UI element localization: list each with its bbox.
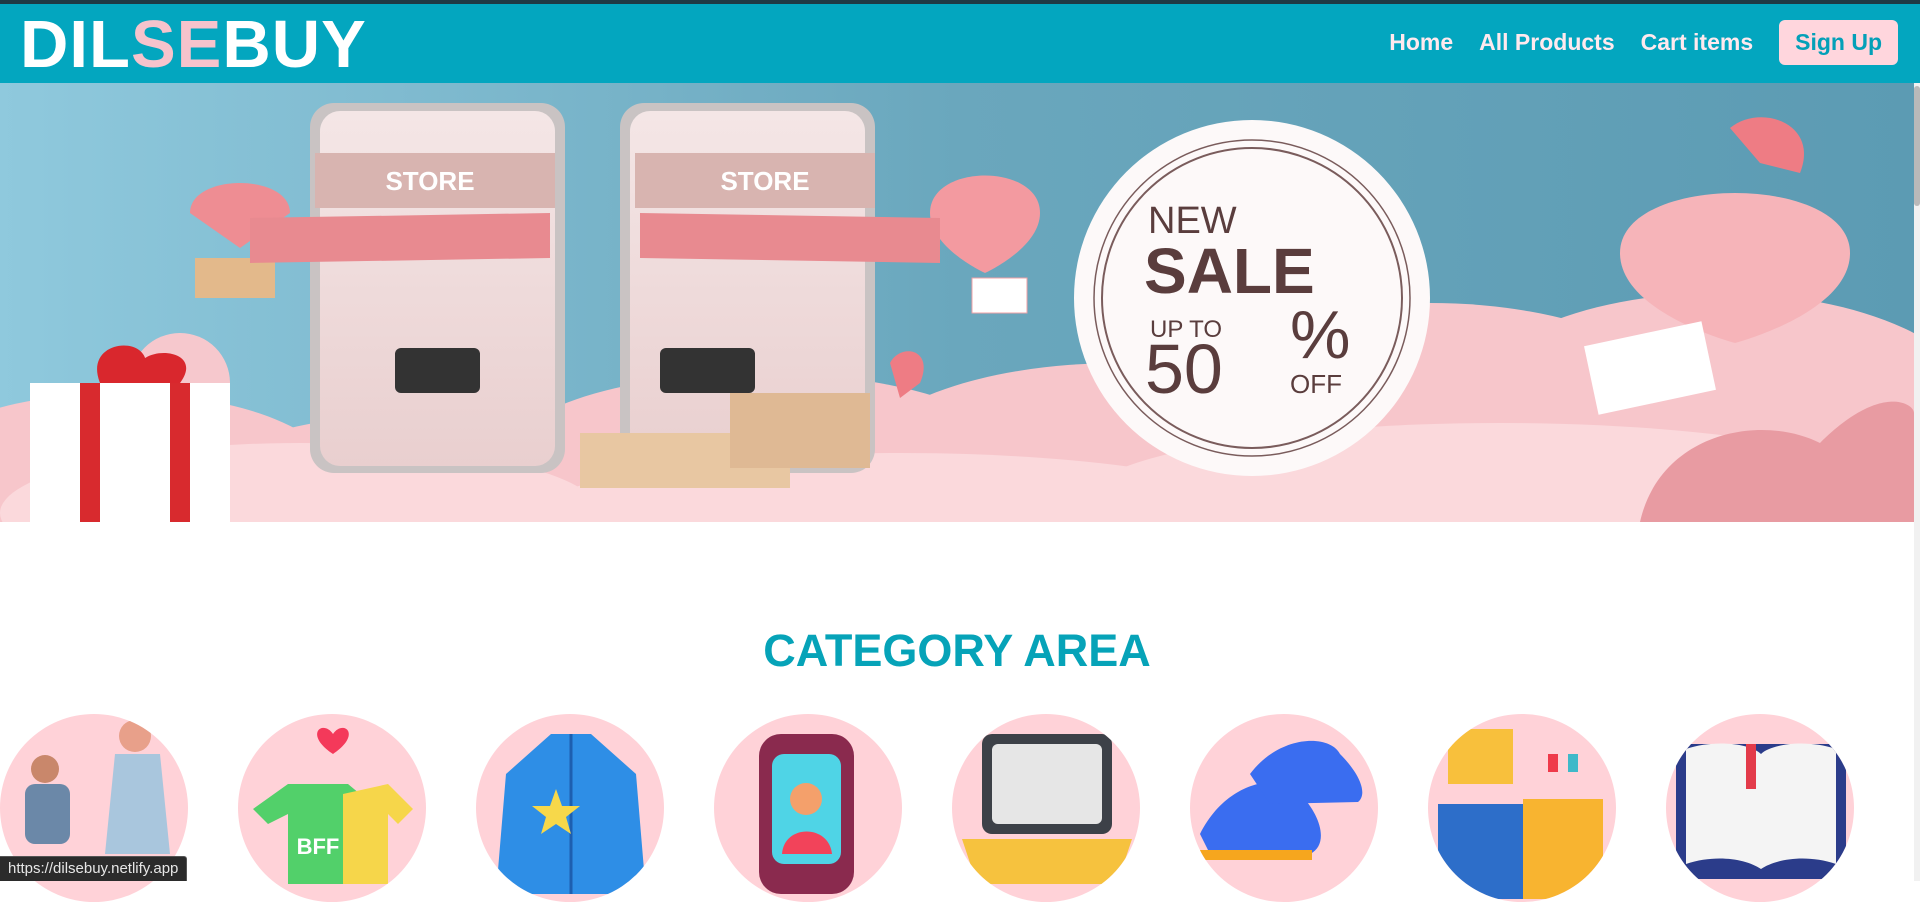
store-label-right: STORE <box>720 166 809 196</box>
laptop-icon <box>962 734 1132 884</box>
category-jackets[interactable] <box>476 714 664 902</box>
category-area-title: CATEGORY AREA <box>763 625 1151 676</box>
brand-logo-part3: BUY <box>222 7 367 82</box>
denim-jacket-icon <box>496 734 646 894</box>
category-kitchen[interactable] <box>1428 714 1616 902</box>
sale-off-text: OFF <box>1290 369 1342 399</box>
sneakers-icon <box>1200 740 1363 860</box>
brand-logo-part1: DIL <box>20 7 131 82</box>
sale-value-text: 50 <box>1145 330 1223 408</box>
sale-percent-text: % <box>1290 297 1350 373</box>
bff-tshirts-icon: BFF <box>253 727 413 884</box>
sale-banner-illustration: STORE STORE NEW SALE UP TO 50 % OFF <box>0 83 1914 522</box>
nav-cart-items-link[interactable]: Cart items <box>1641 29 1753 56</box>
category-laptops[interactable] <box>952 714 1140 902</box>
smartphone-icon <box>759 734 854 894</box>
category-books[interactable] <box>1666 714 1854 902</box>
status-bar-url: https://dilsebuy.netlify.app <box>0 856 188 881</box>
category-phones[interactable] <box>714 714 902 902</box>
hero-banner: STORE STORE NEW SALE UP TO 50 % OFF <box>0 83 1914 522</box>
bff-text: BFF <box>297 834 340 859</box>
navbar: DILSEBUY Home All Products Cart items Si… <box>0 4 1920 83</box>
kitchen-icon <box>1438 729 1603 899</box>
brand-logo[interactable]: DILSEBUY <box>20 8 367 82</box>
brand-logo-part2: SE <box>130 7 223 82</box>
category-tshirts[interactable]: BFF <box>238 714 426 902</box>
store-label-left: STORE <box>385 166 474 196</box>
page-scrollbar-thumb[interactable] <box>1914 86 1920 206</box>
sign-up-button[interactable]: Sign Up <box>1779 20 1898 65</box>
nav-home-link[interactable]: Home <box>1389 29 1453 56</box>
category-shoes[interactable] <box>1190 714 1378 902</box>
nav-all-products-link[interactable]: All Products <box>1479 29 1614 56</box>
open-book-icon <box>1676 743 1846 879</box>
category-list: BFF <box>0 714 1914 902</box>
nav-links: Home All Products Cart items Sign Up <box>1363 20 1898 65</box>
